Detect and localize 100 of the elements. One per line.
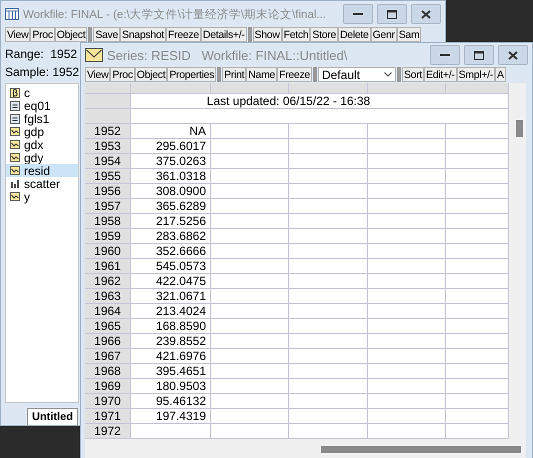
object-name: resid (24, 164, 50, 178)
window-title: Workfile: FINAL - (e:\大学文件\计量经济学\期末论文\final... (23, 8, 327, 22)
table-cell: 168.8590 (131, 319, 211, 334)
object-item[interactable]: gdp (6, 125, 78, 138)
toolbar-button[interactable]: Sam (396, 27, 422, 42)
horizontal-scrollbar[interactable] (321, 446, 521, 453)
table-cell (446, 349, 509, 364)
toolbar-button[interactable]: Proc (30, 27, 55, 42)
row-label: 1966 (85, 334, 131, 349)
table-cell: 180.9503 (131, 379, 211, 394)
close-button[interactable] (411, 4, 441, 24)
maximize-button[interactable] (377, 4, 407, 24)
table-cell (446, 214, 509, 229)
object-item[interactable]: scatter (6, 177, 78, 190)
object-name: c (24, 86, 30, 100)
equation-icon (10, 100, 20, 110)
toolbar-button[interactable]: Details+/- (200, 27, 247, 42)
table-cell: 308.0900 (131, 184, 211, 199)
table-cell: 421.6976 (131, 349, 211, 364)
object-item[interactable]: gdy (6, 151, 78, 164)
table-cell (446, 379, 509, 394)
toolbar-button[interactable]: View (85, 67, 110, 82)
minimize-button[interactable] (343, 4, 373, 24)
toolbar-button[interactable]: Freeze (166, 27, 201, 42)
toolbar-button[interactable]: View (5, 27, 30, 42)
workfile-icon (5, 8, 19, 20)
table-cell (446, 424, 509, 439)
object-item[interactable]: gdx (6, 138, 78, 151)
table-cell (446, 259, 509, 274)
object-name: gdx (24, 138, 44, 152)
toolbar-button[interactable]: Edit+/- (424, 67, 457, 82)
beta-icon (10, 88, 20, 98)
table-cell: 295.6017 (131, 139, 211, 154)
row-label: 1972 (85, 424, 131, 439)
toolbar-button[interactable]: Proc (110, 67, 135, 82)
toolbar-button[interactable]: Properties (167, 67, 216, 82)
minimize-icon (440, 54, 450, 56)
table-cell (446, 169, 509, 184)
table-cell: 422.0475 (131, 274, 211, 289)
row-header (85, 109, 131, 124)
table-cell (446, 289, 509, 304)
toolbar-button[interactable]: Fetch (282, 27, 310, 42)
row-label: 1971 (85, 409, 131, 424)
toolbar-button[interactable]: Smpl+/- (456, 67, 495, 82)
window-title: Series: RESID Workfile: FINAL::Untitled\ (107, 48, 348, 62)
table-cell: 365.6289 (131, 199, 211, 214)
table-cell (446, 124, 509, 139)
object-item[interactable]: resid (6, 164, 78, 177)
table-cell (446, 319, 509, 334)
toolbar-button[interactable]: A (494, 67, 506, 82)
row-label: 1954 (85, 154, 131, 169)
toolbar-button[interactable]: Print (222, 67, 246, 82)
table-cell (446, 94, 509, 109)
object-item[interactable]: eq01 (6, 99, 78, 112)
row-label: 1967 (85, 349, 131, 364)
toolbar-button[interactable]: Object (54, 27, 88, 42)
row-label: 1963 (85, 289, 131, 304)
table-cell (446, 199, 509, 214)
table-cell (446, 244, 509, 259)
table-cell (446, 154, 509, 169)
equation-icon (10, 114, 20, 124)
toolbar-button[interactable]: Delete (338, 27, 371, 42)
row-label: 1959 (85, 229, 131, 244)
view-dropdown[interactable]: Default (318, 67, 396, 82)
close-button[interactable] (498, 45, 528, 65)
toolbar-button[interactable]: Object (134, 67, 168, 82)
table-cell (446, 334, 509, 349)
table-cell: 352.6666 (131, 244, 211, 259)
row-label: 1962 (85, 274, 131, 289)
table-cell: 283.6862 (131, 229, 211, 244)
toolbar-button[interactable]: Show (252, 27, 282, 42)
toolbar-button[interactable]: Sort (402, 67, 424, 82)
object-name: gdy (24, 150, 44, 164)
table-cell (446, 139, 509, 154)
maximize-button[interactable] (464, 45, 494, 65)
table-cell: 197.4319 (131, 409, 211, 424)
table-cell (446, 409, 509, 424)
toolbar-button[interactable]: Name (246, 67, 278, 82)
table-cell: 321.0671 (131, 289, 211, 304)
row-label: 1969 (85, 379, 131, 394)
object-item[interactable]: y (6, 190, 78, 203)
row-label: 1952 (85, 124, 131, 139)
close-icon (508, 50, 518, 60)
toolbar-button[interactable]: Genr (370, 27, 397, 42)
toolbar-button[interactable]: Store (310, 27, 338, 42)
toolbar-button[interactable]: Snapshot (120, 27, 166, 42)
toolbar-button[interactable]: Save (93, 27, 120, 42)
scrollbar-thumb[interactable] (516, 120, 523, 137)
toolbar-button[interactable]: Freeze (277, 67, 312, 82)
table-cell (446, 394, 509, 409)
object-item[interactable]: c (6, 86, 78, 99)
minimize-button[interactable] (430, 45, 460, 65)
page-tab[interactable]: Untitled (27, 408, 78, 425)
table-cell (446, 184, 509, 199)
object-item[interactable]: fgls1 (6, 112, 78, 125)
sample-label: Sample: 1952 (5, 65, 80, 79)
minimize-icon (353, 12, 363, 16)
row-label: 1960 (85, 244, 131, 259)
column-header (446, 83, 509, 94)
close-icon (421, 10, 431, 18)
